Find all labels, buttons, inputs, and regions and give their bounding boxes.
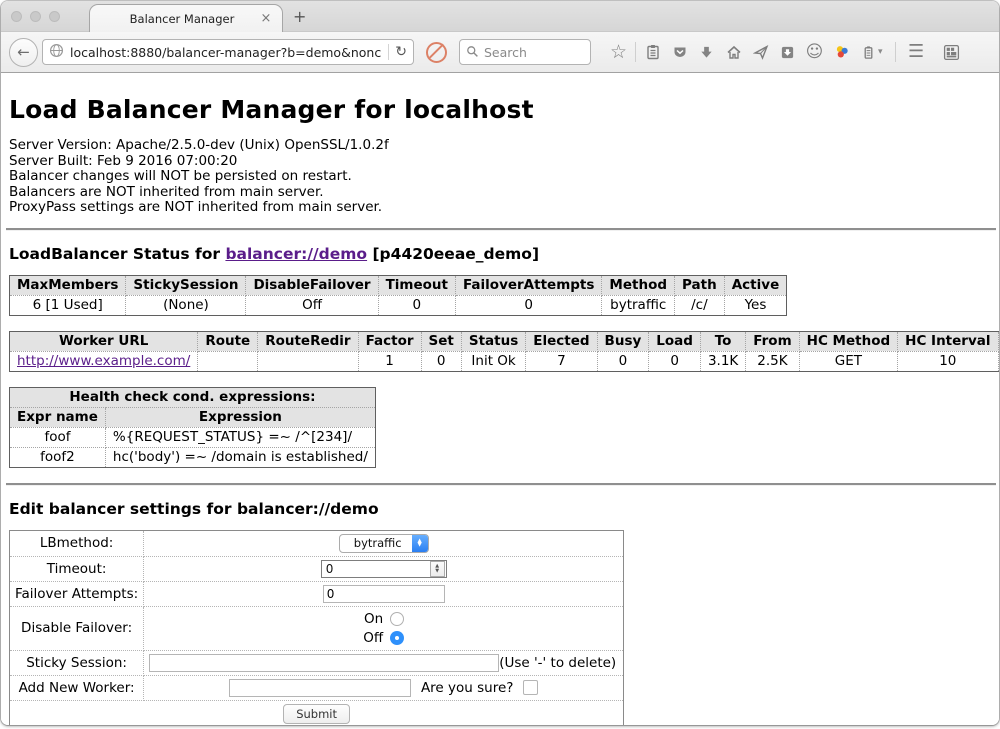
failover-attempts-label: Failover Attempts: <box>10 581 144 606</box>
balancer-settings-form: LBmethod: bytraffic ▲▼ Timeout: 0 ▲▼ <box>9 530 624 725</box>
sticky-session-label: Sticky Session: <box>10 650 144 675</box>
select-arrows-icon: ▲▼ <box>412 535 428 552</box>
new-tab-button[interactable]: + <box>293 7 306 26</box>
add-new-worker-label: Add New Worker: <box>10 675 144 700</box>
lbmethod-select[interactable]: bytraffic ▲▼ <box>339 534 429 553</box>
sticky-session-input[interactable] <box>149 654 499 672</box>
globe-icon <box>49 43 64 62</box>
bookmark-star-icon[interactable]: ☆ <box>605 39 632 66</box>
table-row: foof2 hc('body') =~ /domain is establish… <box>10 447 376 467</box>
colorpicker-icon[interactable] <box>828 39 855 66</box>
radio-on-label: On <box>364 611 383 627</box>
balancer-status-table: MaxMembers StickySession DisableFailover… <box>9 275 787 316</box>
timeout-input[interactable]: 0 ▲▼ <box>321 560 447 578</box>
notice-persist: Balancer changes will NOT be persisted o… <box>9 169 991 185</box>
notice-balancers: Balancers are NOT inherited from main se… <box>9 185 991 201</box>
divider <box>6 228 996 231</box>
submit-button[interactable]: Submit <box>283 704 350 724</box>
url-bar[interactable]: localhost:8880/balancer-manager?b=demo&n… <box>42 39 414 65</box>
sticky-session-hint: (Use '-' to delete) <box>499 655 618 671</box>
stepper-icon[interactable]: ▲▼ <box>430 561 445 577</box>
table-row: http://www.example.com/ 1 0 Init Ok 7 0 … <box>10 351 1000 371</box>
add-new-worker-input[interactable] <box>229 679 411 697</box>
tab-title: Balancer Manager <box>90 12 258 26</box>
window-controls[interactable] <box>11 11 60 22</box>
url-text[interactable]: localhost:8880/balancer-manager?b=demo&n… <box>70 45 382 60</box>
disable-failover-off-radio[interactable] <box>390 631 404 645</box>
tab-close-icon[interactable]: × <box>258 11 274 27</box>
tab-bar: Balancer Manager × + <box>1 1 999 31</box>
balancer-demo-link[interactable]: balancer://demo <box>225 245 367 263</box>
browser-tab[interactable]: Balancer Manager × <box>89 4 283 32</box>
search-placeholder: Search <box>484 45 527 60</box>
table-row: 6 [1 Used] (None) Off 0 0 bytraffic /c/ … <box>10 295 787 315</box>
page-content: Load Balancer Manager for localhost Serv… <box>1 95 999 725</box>
send-icon[interactable] <box>747 39 774 66</box>
server-built: Server Built: Feb 9 2016 07:00:20 <box>9 154 991 170</box>
save-to-device-icon[interactable] <box>774 39 801 66</box>
failover-attempts-input[interactable] <box>323 585 445 603</box>
page-title: Load Balancer Manager for localhost <box>9 95 991 124</box>
server-version: Server Version: Apache/2.5.0-dev (Unix) … <box>9 138 991 154</box>
divider <box>6 483 996 486</box>
notice-proxypass: ProxyPass settings are NOT inherited fro… <box>9 200 991 216</box>
pocket-icon[interactable] <box>666 39 693 66</box>
chevron-down-icon[interactable]: ▾ <box>878 47 883 57</box>
toolbar-icons: ☆ ☺ <box>605 39 991 66</box>
reading-list-icon[interactable] <box>639 39 666 66</box>
reload-icon[interactable]: ↻ <box>395 44 407 60</box>
are-you-sure-label: Are you sure? <box>421 680 514 696</box>
loadbalancer-status-heading: LoadBalancer Status for balancer://demo … <box>9 245 991 263</box>
disable-failover-on-radio[interactable] <box>390 612 404 626</box>
tiles-icon[interactable] <box>938 39 965 66</box>
zoom-window-button[interactable] <box>49 11 60 22</box>
disable-failover-label: Disable Failover: <box>10 606 144 650</box>
close-window-button[interactable] <box>11 11 22 22</box>
health-table-title: Health check cond. expressions: <box>10 387 376 407</box>
back-button[interactable]: ← <box>9 38 38 67</box>
downloads-icon[interactable] <box>693 39 720 66</box>
search-icon <box>466 43 479 62</box>
radio-off-label: Off <box>363 630 383 646</box>
content-blocked-icon[interactable] <box>426 42 447 63</box>
browser-window: Balancer Manager × + ← localhost:8880/ba… <box>1 1 999 725</box>
server-info: Server Version: Apache/2.5.0-dev (Unix) … <box>9 138 991 216</box>
navigation-toolbar: ← localhost:8880/balancer-manager?b=demo… <box>1 31 999 73</box>
table-row: foof %{REQUEST_STATUS} =~ /^[234]/ <box>10 427 376 447</box>
search-bar[interactable]: Search <box>459 39 591 65</box>
lbmethod-label: LBmethod: <box>10 530 144 556</box>
worker-status-table: Worker URL Route RouteRedir Factor Set S… <box>9 331 999 372</box>
chat-icon[interactable]: ☺ <box>801 39 828 66</box>
timeout-label: Timeout: <box>10 556 144 581</box>
home-icon[interactable] <box>720 39 747 66</box>
edit-balancer-heading: Edit balancer settings for balancer://de… <box>9 500 991 518</box>
are-you-sure-checkbox[interactable] <box>523 680 538 695</box>
worker-url-link[interactable]: http://www.example.com/ <box>17 353 190 369</box>
minimize-window-button[interactable] <box>30 11 41 22</box>
menu-icon[interactable]: ☰ <box>903 39 930 66</box>
health-check-table: Health check cond. expressions: Expr nam… <box>9 387 376 468</box>
